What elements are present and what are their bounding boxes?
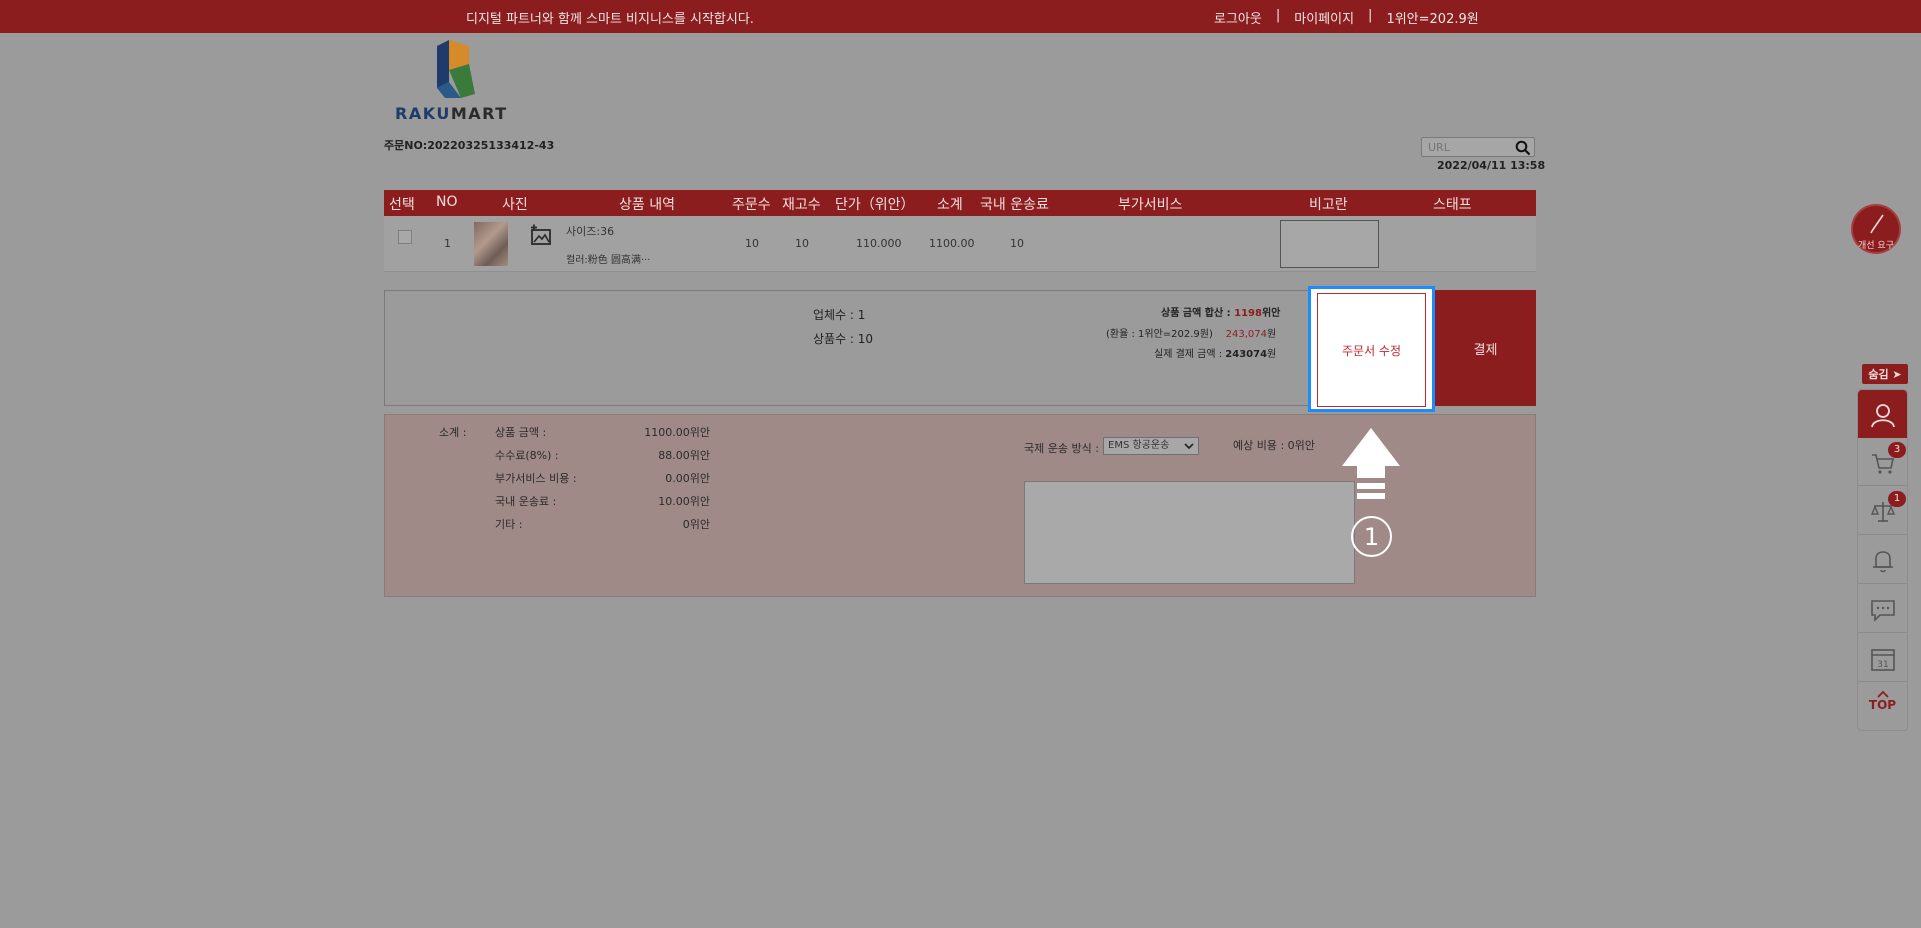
order-number: 주문NO:20220325133412-43 [384,139,555,152]
notification-button[interactable] [1858,536,1907,584]
right-sidebar: 3 1 31 TOP [1857,389,1908,731]
top-bar: 디지털 파트너와 함께 스마트 비지니스를 시작합시다. 로그아웃 | 마이페이… [0,0,1921,33]
col-stock-qty: 재고수 [782,197,821,213]
estimated-cost: 예상 비용 : 0위안 [1233,439,1315,452]
detail-value: 0.00위안 [665,472,710,485]
rakumart-logo[interactable]: RAKUMART [395,38,525,124]
pay-button[interactable]: 결제 [1435,290,1536,406]
separator: | [1368,8,1373,23]
chevron-up-icon [1876,690,1889,698]
row-domestic-ship: 10 [1010,237,1024,250]
chevron-down-icon [1184,443,1194,450]
logo-icon [437,40,475,98]
col-subtotal: 소계 [937,197,963,213]
product-thumbnail[interactable] [474,222,508,266]
col-domestic-ship: 국내 운송료 [980,197,1049,213]
detail-value: 10.00위안 [658,495,710,508]
subtotal-label: 소계 : [439,426,467,439]
separator: | [1275,8,1281,23]
remark-textarea[interactable] [1280,220,1379,268]
detail-label: 국내 운송료 : [495,495,557,508]
detail-label: 수수료(8%) : [495,449,559,462]
col-extra-service: 부가서비스 [1118,197,1183,213]
top-label: TOP [1868,698,1897,712]
calendar-button[interactable]: 31 [1858,634,1907,682]
row-checkbox[interactable] [398,230,412,244]
order-datetime: 2022/04/11 13:58 [1437,159,1546,172]
exchange-amount: (환율 : 1위안=202.9원) 243,074원 [1106,329,1277,340]
logo-wordmark: RAKUMART [395,104,508,123]
cart-badge: 3 [1888,442,1906,458]
arrow-up-icon [1342,428,1400,499]
row-subtotal: 1100.00 [929,237,975,250]
table-header: 선택 NO 사진 상품 내역 주문수 재고수 단가（위안） 소계 국내 운송료 … [384,190,1536,216]
detail-value: 0위안 [682,518,710,531]
col-order-qty: 주문수 [732,197,771,213]
exchange-rate: 1위안=202.9원 [1386,12,1479,27]
add-image-icon[interactable] [529,224,553,246]
memo-textarea[interactable] [1024,481,1355,584]
col-product: 상품 내역 [619,197,675,213]
svg-text:31: 31 [1877,660,1888,670]
col-photo: 사진 [502,197,528,213]
vendor-count: 업체수 : 1 [813,308,866,322]
col-staff: 스태프 [1433,197,1472,213]
user-button[interactable] [1858,390,1907,438]
actual-payment: 실제 결제 금액 : 243074원 [1154,349,1277,360]
highlight-frame: 주문서 수정 [1308,286,1435,412]
detail-label: 상품 금액 : [495,426,547,439]
product-size: 사이즈:36 [566,225,615,238]
search-icon[interactable] [1515,140,1531,156]
url-search-box[interactable] [1421,137,1535,157]
scroll-top-button[interactable]: TOP [1858,684,1907,730]
shipping-method-label: 국제 운송 방식 : [1024,442,1099,455]
bell-icon [1873,551,1893,573]
detail-value: 1100.00위안 [644,426,710,439]
shipping-method-select[interactable]: EMS 항공운송 [1103,437,1199,455]
row-no: 1 [444,237,451,250]
detail-label: 기타 : [495,518,523,531]
logout-link[interactable]: 로그아웃 [1214,8,1262,27]
col-remark: 비고란 [1309,197,1348,213]
step-number: 1 [1351,516,1392,557]
user-icon [1871,404,1895,428]
row-unit-price: 110.000 [856,237,902,250]
row-order-qty: 10 [745,237,759,250]
row-stock-qty: 10 [795,237,809,250]
col-select: 선택 [389,197,415,213]
hide-sidebar-button[interactable]: 숨김 ➤ [1862,364,1908,384]
chat-icon [1871,600,1895,622]
detail-value: 88.00위안 [658,449,710,462]
cart-button[interactable]: 3 [1858,438,1907,486]
col-unit-price: 단가（위안） [835,197,915,213]
compare-button[interactable]: 1 [1858,487,1907,535]
col-no: NO [436,194,458,210]
detail-label: 부가서비스 비용 : [495,472,577,485]
feedback-button[interactable]: 개선 요구 [1851,204,1901,254]
mypage-link[interactable]: 마이페이지 [1294,8,1354,27]
edit-order-button[interactable]: 주문서 수정 [1317,293,1426,407]
total-amount: 상품 금액 합산 : 1198위안 [1161,308,1281,319]
calendar-icon: 31 [1871,649,1895,671]
top-links: 로그아웃 | 마이페이지 | 1위안=202.9원 [1214,8,1479,27]
welcome-message: 디지털 파트너와 함께 스마트 비지니스를 시작합시다. [466,12,754,27]
url-search-input[interactable] [1428,140,1508,154]
feedback-label: 개선 요구 [1858,241,1894,251]
pencil-icon [1870,214,1884,234]
product-count: 상품수 : 10 [813,332,874,346]
product-color: 컬러:粉色 圆高满··· [566,255,651,266]
compare-badge: 1 [1888,491,1906,507]
chat-button[interactable] [1858,585,1907,633]
table-row: 1 사이즈:36 컬러:粉色 圆高满··· 10 10 110.000 1100… [384,216,1536,272]
